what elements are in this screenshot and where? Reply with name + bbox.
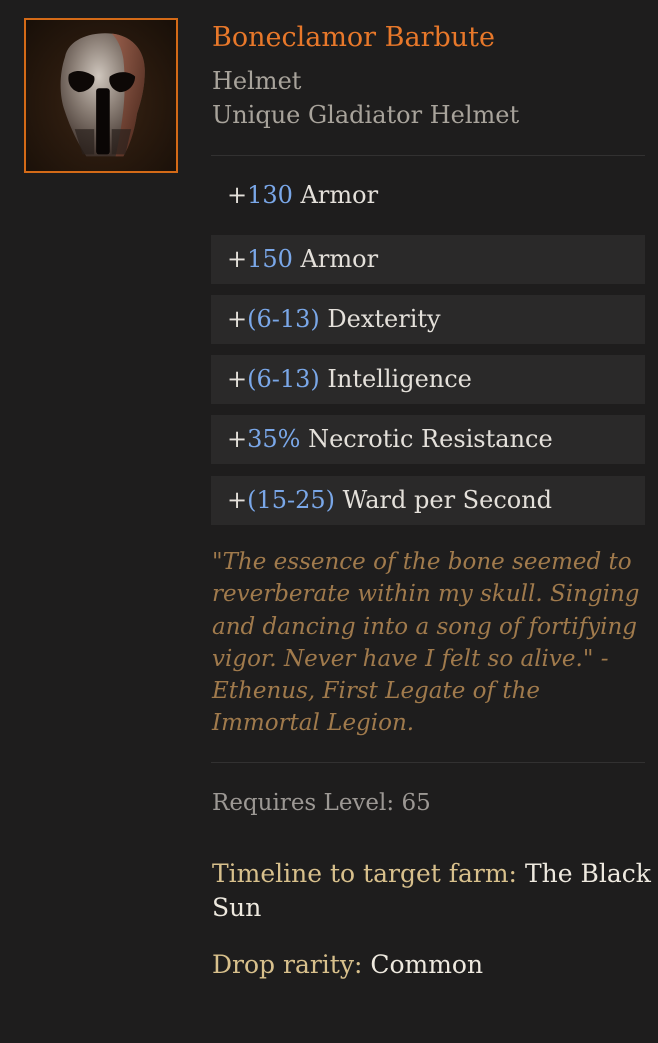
affix-value: (6-13) <box>247 305 320 333</box>
drop-label: Drop rarity: <box>212 950 371 979</box>
level-requirement: Requires Level: 65 <box>212 786 431 820</box>
affix-implicit: +130 Armor <box>211 171 645 220</box>
farm-label: Timeline to target farm: <box>212 859 525 888</box>
footer-divider <box>211 762 645 763</box>
affix-stat: Armor <box>292 181 379 209</box>
header-divider <box>211 155 645 156</box>
affix-value: 130 <box>247 181 293 209</box>
affix-stat: Necrotic Resistance <box>300 425 553 453</box>
affix-row: +(6-13) Dexterity <box>211 295 645 344</box>
affix-stat: Armor <box>292 245 379 273</box>
affix-value: 150 <box>247 245 293 273</box>
affix-value: (15-25) <box>247 486 336 514</box>
affix-row: +35% Necrotic Resistance <box>211 415 645 464</box>
item-subtype: Unique Gladiator Helmet <box>212 101 520 129</box>
affix-row: +150 Armor <box>211 235 645 284</box>
requirement-level: 65 <box>401 790 431 816</box>
affix-prefix: + <box>227 245 248 273</box>
affix-prefix: + <box>227 305 248 333</box>
affix-value: 35% <box>247 425 301 453</box>
item-type: Helmet <box>212 67 302 95</box>
affix-prefix: + <box>227 425 248 453</box>
drop-value: Common <box>370 950 484 979</box>
drop-rarity: Drop rarity: Common <box>212 948 483 982</box>
affix-stat: Ward per Second <box>335 486 553 514</box>
item-icon-frame <box>24 18 178 173</box>
affix-value: (6-13) <box>247 365 320 393</box>
skull-helmet-icon <box>60 33 145 157</box>
item-name: Boneclamor Barbute <box>212 22 496 53</box>
lore-text: "The essence of the bone seemed to rever… <box>212 549 640 737</box>
affix-row: +(6-13) Intelligence <box>211 355 645 404</box>
affix-row: +(15-25) Ward per Second <box>211 476 645 525</box>
affix-prefix: + <box>227 486 248 514</box>
affix-stat: Intelligence <box>319 365 472 393</box>
affix-stat: Dexterity <box>319 305 441 333</box>
farm-timeline: Timeline to target farm: The Black Sun <box>212 857 652 925</box>
affix-prefix: + <box>227 181 248 209</box>
affix-prefix: + <box>227 365 248 393</box>
requirement-label: Requires Level: <box>212 790 402 816</box>
